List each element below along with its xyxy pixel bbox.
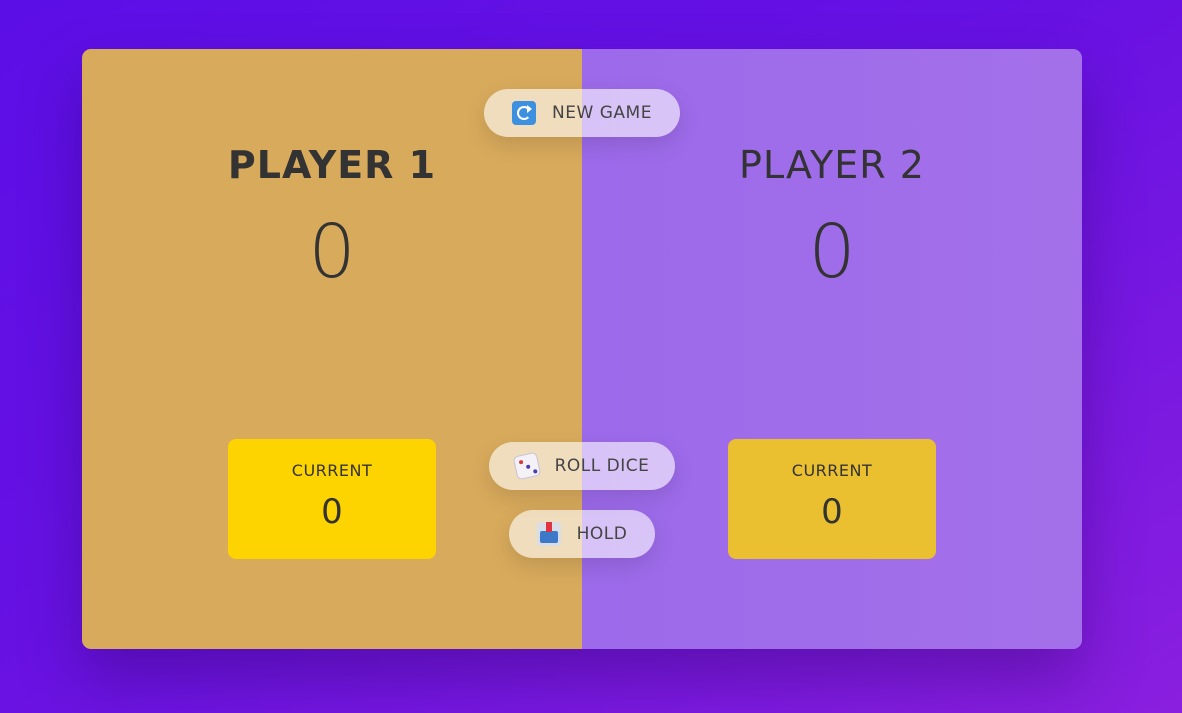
hold-icon (536, 522, 561, 546)
player-1-panel: PLAYER 1 0 CURRENT 0 (82, 49, 582, 649)
player-2-current-score: 0 (821, 492, 843, 532)
player-2-name: PLAYER 2 (739, 143, 925, 187)
player-2-current-box: CURRENT 0 (728, 439, 936, 559)
player-1-name: PLAYER 1 (227, 143, 437, 187)
new-game-label: NEW GAME (552, 103, 652, 123)
hold-label: HOLD (576, 524, 628, 544)
hold-button[interactable]: HOLD (509, 510, 655, 558)
roll-dice-label: ROLL DICE (554, 456, 650, 476)
player-1-current-label: CURRENT (291, 461, 373, 480)
player-1-total-score: 0 (308, 209, 356, 295)
new-game-button[interactable]: NEW GAME (484, 89, 680, 137)
dice-icon (512, 451, 541, 481)
roll-dice-button[interactable]: ROLL DICE (489, 442, 675, 490)
game-board: PLAYER 1 0 CURRENT 0 PLAYER 2 0 CURRENT … (82, 49, 1082, 649)
refresh-icon (512, 101, 537, 125)
player-1-current-box: CURRENT 0 (228, 439, 436, 559)
player-1-current-score: 0 (321, 492, 343, 532)
player-2-panel: PLAYER 2 0 CURRENT 0 (582, 49, 1082, 649)
player-2-total-score: 0 (808, 209, 856, 295)
player-2-current-label: CURRENT (791, 461, 873, 480)
